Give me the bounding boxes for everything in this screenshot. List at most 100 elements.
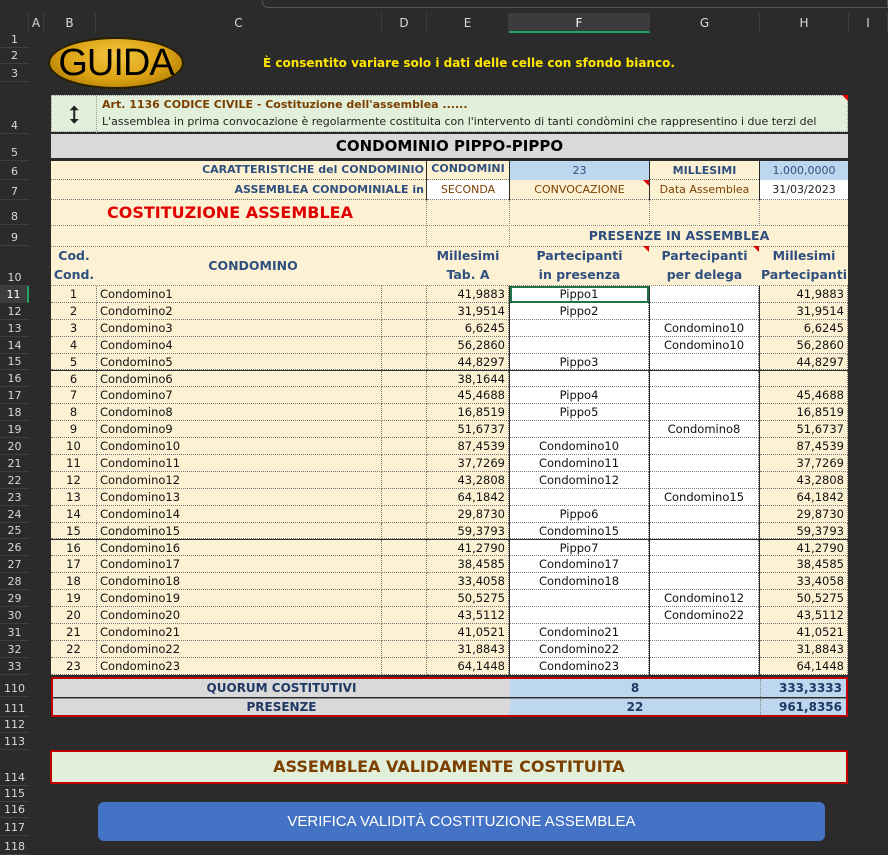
row-header-17[interactable]: 17 xyxy=(0,387,29,405)
cell-del[interactable] xyxy=(650,505,759,523)
cell-del[interactable]: Condomino15 xyxy=(650,488,759,506)
row-header-112[interactable]: 112 xyxy=(0,717,29,733)
cell-pres[interactable]: Condomino23 xyxy=(510,657,649,675)
cell-pres[interactable]: Pippo7 xyxy=(510,539,649,557)
row-header-18[interactable]: 18 xyxy=(0,404,29,422)
row-header-3[interactable]: 3 xyxy=(0,64,29,82)
row-header-1[interactable]: 1 xyxy=(0,33,29,48)
cell-pres[interactable] xyxy=(510,590,649,608)
comment-indicator-part[interactable] xyxy=(753,246,759,252)
row-header-4[interactable]: 4 xyxy=(0,82,29,134)
cell-pres[interactable]: Condomino10 xyxy=(510,438,649,455)
cell-pres[interactable] xyxy=(510,488,649,506)
row-header-28[interactable]: 28 xyxy=(0,573,29,591)
cell-pres[interactable]: Pippo4 xyxy=(510,387,649,405)
cell-del[interactable]: Condomino12 xyxy=(650,590,759,608)
cell-del[interactable] xyxy=(650,573,759,591)
row-header-12[interactable]: 12 xyxy=(0,302,29,320)
row-header-14[interactable]: 14 xyxy=(0,336,29,354)
guida-logo[interactable]: GUIDA xyxy=(48,37,184,89)
cell-del[interactable] xyxy=(650,640,759,658)
cell-pres[interactable]: Pippo2 xyxy=(510,302,649,320)
cell-del[interactable] xyxy=(650,522,759,540)
row-header-32[interactable]: 32 xyxy=(0,640,29,658)
row-header-21[interactable]: 21 xyxy=(0,455,29,472)
row-header-27[interactable]: 27 xyxy=(0,556,29,574)
cell-del[interactable]: Condomino8 xyxy=(650,421,759,439)
row-header-33[interactable]: 33 xyxy=(0,657,29,675)
row-header-118[interactable]: 118 xyxy=(0,836,29,855)
cell-pres[interactable]: Condomino12 xyxy=(510,471,649,489)
cell-pres[interactable]: Condomino18 xyxy=(510,573,649,591)
row-header-20[interactable]: 20 xyxy=(0,438,29,455)
row-header-23[interactable]: 23 xyxy=(0,488,29,506)
cell-del[interactable] xyxy=(650,370,759,388)
cell-pres[interactable]: Condomino22 xyxy=(510,640,649,658)
cell-pres[interactable]: Pippo6 xyxy=(510,505,649,523)
cell-del[interactable]: Condomino10 xyxy=(650,319,759,337)
cell-pres[interactable]: Condomino21 xyxy=(510,624,649,641)
row-header-16[interactable]: 16 xyxy=(0,370,29,388)
column-header-b[interactable]: B xyxy=(44,13,96,33)
cell-del[interactable] xyxy=(650,556,759,574)
comment-indicator-convocazione[interactable] xyxy=(643,180,649,186)
row-header-11[interactable]: 11 xyxy=(0,286,29,303)
cell-pres[interactable]: Condomino17 xyxy=(510,556,649,574)
row-header-6[interactable]: 6 xyxy=(0,161,29,180)
row-header-15[interactable]: 15 xyxy=(0,353,29,371)
column-header-f[interactable]: F xyxy=(509,13,650,33)
cell-del[interactable] xyxy=(650,387,759,405)
row-header-117[interactable]: 117 xyxy=(0,818,29,836)
cell-del[interactable] xyxy=(650,539,759,557)
row-header-25[interactable]: 25 xyxy=(0,522,29,540)
row-header-2[interactable]: 2 xyxy=(0,48,29,64)
cell-del[interactable] xyxy=(650,302,759,320)
comment-indicator[interactable] xyxy=(842,95,848,101)
row-header-113[interactable]: 113 xyxy=(0,733,29,750)
convocazione-value[interactable]: SECONDA xyxy=(427,180,509,200)
cell-pres[interactable] xyxy=(510,421,649,439)
row-header-19[interactable]: 19 xyxy=(0,421,29,439)
row-header-31[interactable]: 31 xyxy=(0,624,29,641)
cell-pres[interactable] xyxy=(510,319,649,337)
cell-del[interactable] xyxy=(650,353,759,371)
cell-pres[interactable]: Condomino15 xyxy=(510,522,649,540)
up-down-arrow-icon[interactable]: ⭥ xyxy=(52,96,97,133)
cell-del[interactable] xyxy=(650,471,759,489)
cell-pres[interactable]: Condomino11 xyxy=(510,455,649,472)
cell-pres[interactable] xyxy=(510,370,649,388)
cell-del[interactable] xyxy=(650,404,759,422)
row-header-111[interactable]: 111 xyxy=(0,697,29,717)
cell-del[interactable] xyxy=(650,438,759,455)
row-header-29[interactable]: 29 xyxy=(0,590,29,608)
cell-pres[interactable]: Pippo1 xyxy=(510,286,649,303)
row-header-5[interactable]: 5 xyxy=(0,134,29,161)
column-header-g[interactable]: G xyxy=(650,13,760,33)
row-header-116[interactable]: 116 xyxy=(0,802,29,818)
row-header-30[interactable]: 30 xyxy=(0,607,29,624)
select-all-corner[interactable] xyxy=(0,13,29,33)
cell-pres[interactable] xyxy=(510,336,649,354)
cell-del[interactable] xyxy=(650,624,759,641)
cell-pres[interactable] xyxy=(510,607,649,624)
row-header-8[interactable]: 8 xyxy=(0,200,29,225)
column-header-a[interactable]: A xyxy=(29,13,44,33)
row-header-115[interactable]: 115 xyxy=(0,786,29,802)
row-header-13[interactable]: 13 xyxy=(0,319,29,337)
row-header-10[interactable]: 10 xyxy=(0,246,29,286)
row-header-114[interactable]: 114 xyxy=(0,750,29,786)
data-assemblea-value[interactable]: 31/03/2023 xyxy=(760,180,848,200)
column-header-d[interactable]: D xyxy=(382,13,427,33)
row-header-7[interactable]: 7 xyxy=(0,180,29,200)
row-header-9[interactable]: 9 xyxy=(0,225,29,246)
column-header-h[interactable]: H xyxy=(760,13,849,33)
cell-del[interactable] xyxy=(650,286,759,303)
comment-indicator-delega[interactable] xyxy=(643,246,649,252)
column-header-i[interactable]: I xyxy=(849,13,888,33)
verify-button[interactable]: VERIFICA VALIDITÀ COSTITUZIONE ASSEMBLEA xyxy=(98,802,825,841)
cell-del[interactable]: Condomino10 xyxy=(650,336,759,354)
column-header-e[interactable]: E xyxy=(427,13,509,33)
cell-del[interactable]: Condomino22 xyxy=(650,607,759,624)
cell-del[interactable] xyxy=(650,657,759,675)
cell-pres[interactable]: Pippo3 xyxy=(510,353,649,371)
